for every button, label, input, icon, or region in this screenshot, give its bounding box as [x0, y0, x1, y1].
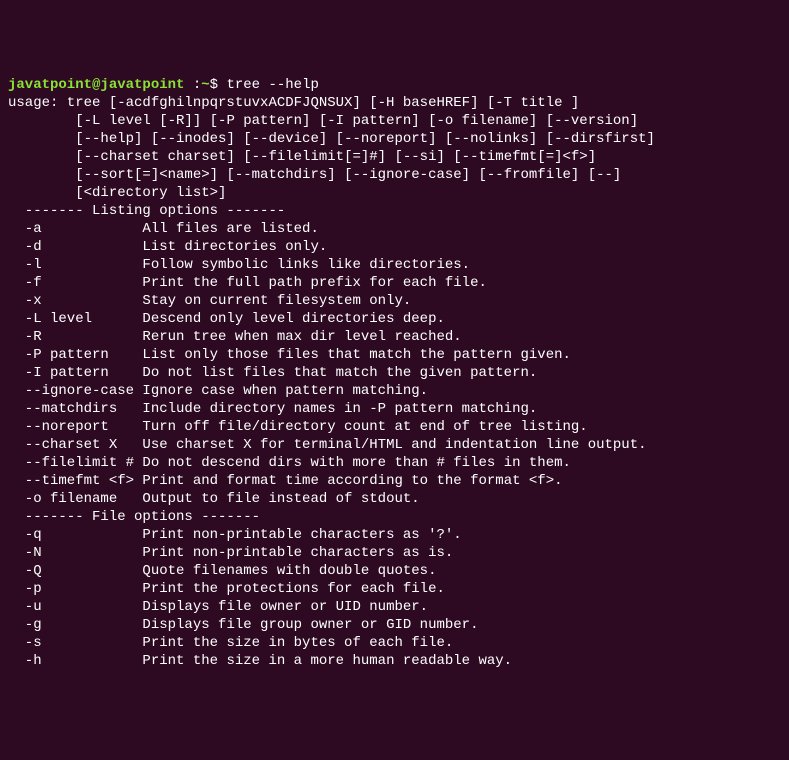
option-desc: List directories only. — [126, 239, 328, 255]
option-desc: Quote filenames with double quotes. — [126, 563, 437, 579]
option-line: -f Print the full path prefix for each f… — [8, 275, 487, 291]
usage-line: usage: tree [-acdfghilnpqrstuvxACDFJQNSU… — [8, 95, 579, 111]
option-desc: Print the full path prefix for each file… — [126, 275, 487, 291]
usage-line: [-L level [-R]] [-P pattern] [-I pattern… — [8, 113, 638, 129]
option-flag: -q — [8, 527, 126, 543]
option-flag: --noreport — [8, 419, 126, 435]
option-line: -l Follow symbolic links like directorie… — [8, 257, 470, 273]
option-flag: -g — [8, 617, 126, 633]
option-line: -g Displays file group owner or GID numb… — [8, 617, 478, 633]
option-desc: Ignore case when pattern matching. — [134, 383, 428, 399]
option-flag: -u — [8, 599, 126, 615]
section-header: ------- File options ------- — [8, 509, 260, 525]
option-flag: -R — [8, 329, 126, 345]
option-desc: Rerun tree when max dir level reached. — [126, 329, 462, 345]
option-desc: List only those files that match the pat… — [126, 347, 571, 363]
prompt-separator: : — [184, 77, 201, 93]
option-desc: Print the protections for each file. — [126, 581, 445, 597]
option-line: --timefmt <f> Print and format time acco… — [8, 473, 563, 489]
option-desc: Displays file group owner or GID number. — [126, 617, 479, 633]
prompt-user-host: javatpoint@javatpoint — [8, 77, 184, 93]
option-line: -Q Quote filenames with double quotes. — [8, 563, 436, 579]
option-line: -d List directories only. — [8, 239, 327, 255]
option-line: -R Rerun tree when max dir level reached… — [8, 329, 462, 345]
option-desc: Print and format time according to the f… — [134, 473, 562, 489]
option-line: -s Print the size in bytes of each file. — [8, 635, 453, 651]
usage-line: [<directory list>] — [8, 185, 226, 201]
option-line: --matchdirs Include directory names in -… — [8, 401, 537, 417]
option-line: --ignore-case Ignore case when pattern m… — [8, 383, 428, 399]
option-desc: All files are listed. — [126, 221, 319, 237]
prompt-tilde: ~ — [201, 77, 209, 93]
option-flag: --timefmt <f> — [8, 473, 134, 489]
option-flag: -I pattern — [8, 365, 126, 381]
option-desc: Do not list files that match the given p… — [126, 365, 538, 381]
usage-line: [--sort[=]<name>] [--matchdirs] [--ignor… — [8, 167, 621, 183]
option-desc: Displays file owner or UID number. — [126, 599, 428, 615]
option-desc: Include directory names in -P pattern ma… — [126, 401, 538, 417]
option-desc: Descend only level directories deep. — [126, 311, 445, 327]
usage-line: [--help] [--inodes] [--device] [--norepo… — [8, 131, 655, 147]
option-desc: Output to file instead of stdout. — [126, 491, 420, 507]
option-desc: Stay on current filesystem only. — [126, 293, 412, 309]
option-line: -a All files are listed. — [8, 221, 319, 237]
option-line: -L level Descend only level directories … — [8, 311, 445, 327]
option-flag: --filelimit # — [8, 455, 134, 471]
option-flag: --ignore-case — [8, 383, 134, 399]
option-desc: Use charset X for terminal/HTML and inde… — [126, 437, 647, 453]
option-flag: -P pattern — [8, 347, 126, 363]
option-desc: Print non-printable characters as is. — [126, 545, 454, 561]
option-flag: -l — [8, 257, 126, 273]
option-flag: --charset X — [8, 437, 126, 453]
option-line: -h Print the size in a more human readab… — [8, 653, 512, 669]
option-line: --filelimit # Do not descend dirs with m… — [8, 455, 571, 471]
option-flag: -a — [8, 221, 126, 237]
option-desc: Do not descend dirs with more than # fil… — [134, 455, 571, 471]
option-flag: --matchdirs — [8, 401, 126, 417]
option-flag: -f — [8, 275, 126, 291]
option-line: -P pattern List only those files that ma… — [8, 347, 571, 363]
option-flag: -x — [8, 293, 126, 309]
option-line: -I pattern Do not list files that match … — [8, 365, 537, 381]
option-flag: -N — [8, 545, 126, 561]
terminal-output: javatpoint@javatpoint :~$ tree --help us… — [8, 76, 781, 670]
option-line: -x Stay on current filesystem only. — [8, 293, 411, 309]
option-line: -N Print non-printable characters as is. — [8, 545, 453, 561]
option-flag: -p — [8, 581, 126, 597]
option-line: --charset X Use charset X for terminal/H… — [8, 437, 647, 453]
command-text: tree --help — [226, 77, 318, 93]
option-flag: -h — [8, 653, 126, 669]
option-desc: Print non-printable characters as '?'. — [126, 527, 462, 543]
option-line: --noreport Turn off file/directory count… — [8, 419, 588, 435]
option-desc: Print the size in a more human readable … — [126, 653, 512, 669]
option-desc: Turn off file/directory count at end of … — [126, 419, 588, 435]
option-flag: -Q — [8, 563, 126, 579]
option-desc: Follow symbolic links like directories. — [126, 257, 470, 273]
option-desc: Print the size in bytes of each file. — [126, 635, 454, 651]
usage-line: [--charset charset] [--filelimit[=]#] [-… — [8, 149, 596, 165]
option-flag: -s — [8, 635, 126, 651]
option-line: -p Print the protections for each file. — [8, 581, 445, 597]
option-flag: -d — [8, 239, 126, 255]
option-line: -q Print non-printable characters as '?'… — [8, 527, 462, 543]
option-line: -u Displays file owner or UID number. — [8, 599, 428, 615]
section-header: ------- Listing options ------- — [8, 203, 285, 219]
option-flag: -L level — [8, 311, 126, 327]
prompt-symbol: $ — [210, 77, 227, 93]
option-line: -o filename Output to file instead of st… — [8, 491, 420, 507]
option-flag: -o filename — [8, 491, 126, 507]
